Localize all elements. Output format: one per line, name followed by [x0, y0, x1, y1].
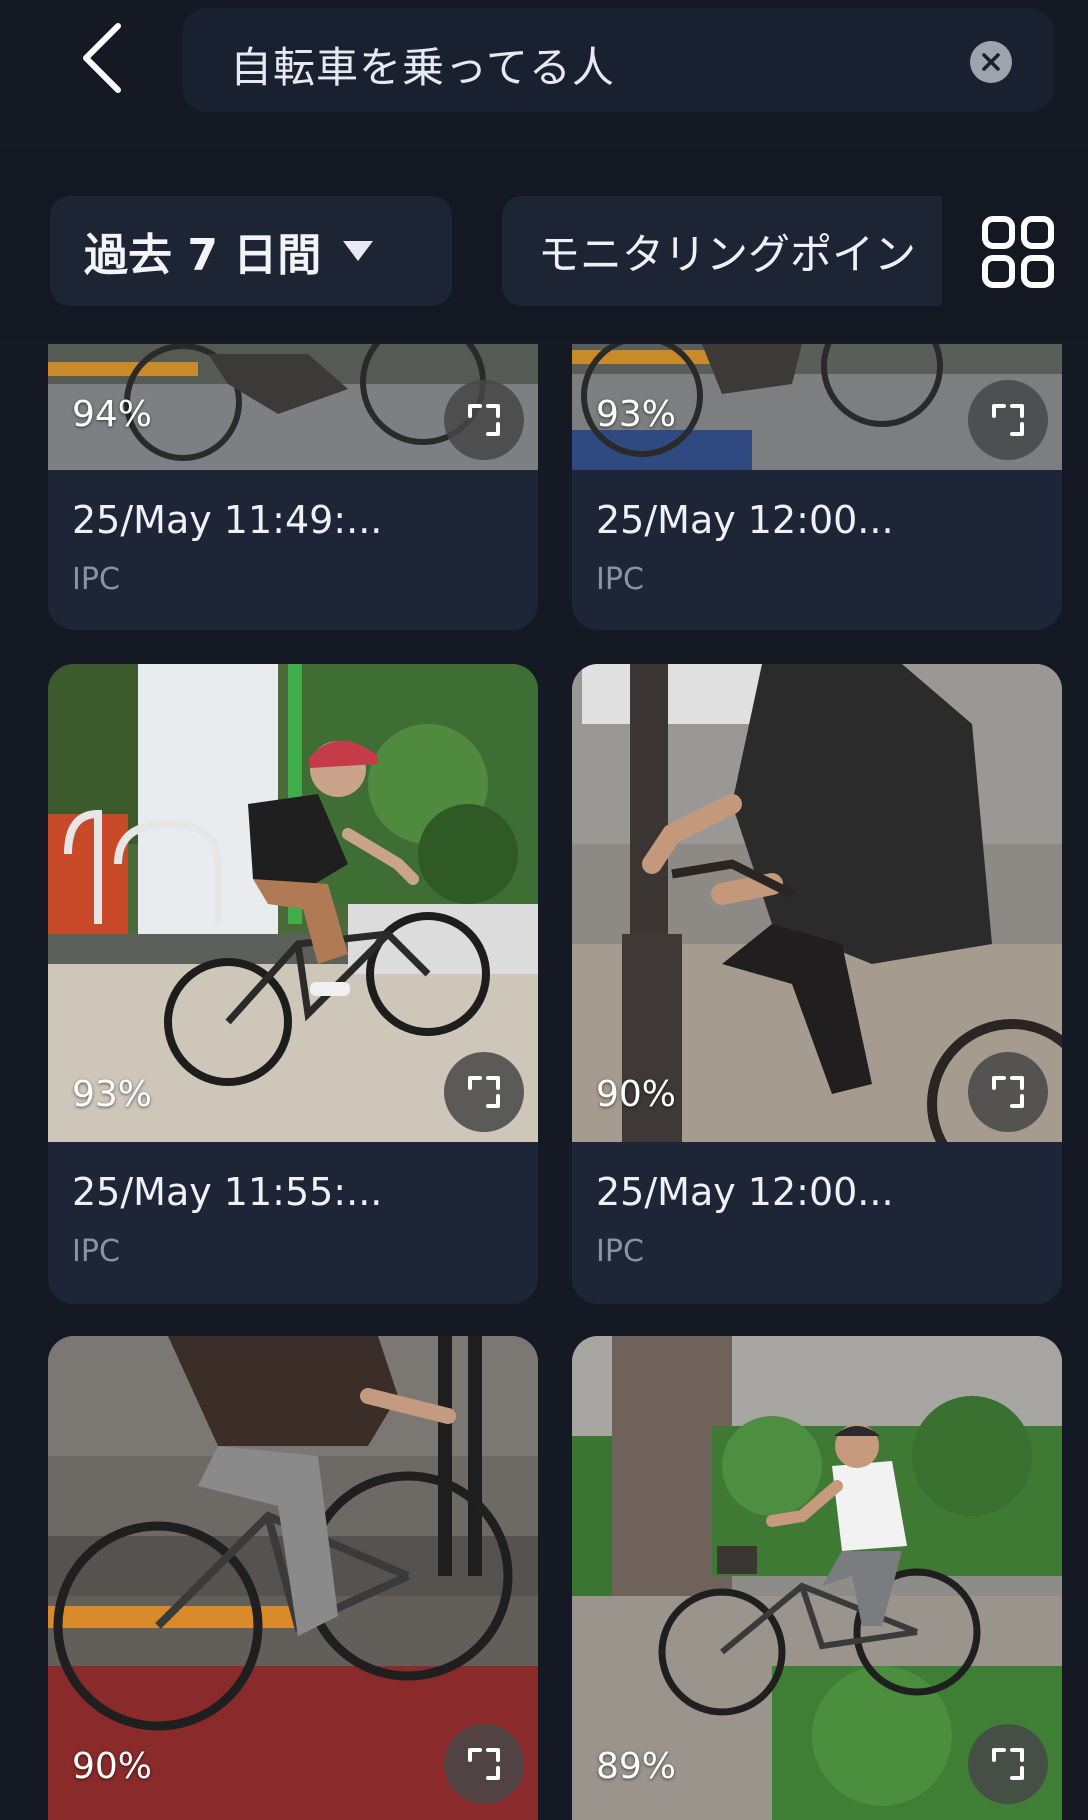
clear-icon: [982, 53, 1000, 71]
back-chevron-icon: [83, 23, 121, 93]
capture-source: IPC: [596, 562, 644, 597]
expand-button[interactable]: [968, 380, 1048, 460]
clear-button[interactable]: [970, 41, 1012, 83]
match-score: 90%: [596, 1074, 677, 1115]
filter-bar: 過去 7 日間 モニタリングポイン: [0, 150, 1088, 340]
monitoring-points-filter[interactable]: モニタリングポイン: [502, 196, 942, 306]
capture-source: IPC: [596, 1234, 644, 1269]
expand-icon: [992, 1076, 1024, 1108]
capture-source: IPC: [72, 1234, 120, 1269]
back-button[interactable]: [62, 18, 142, 98]
date-range-label: 過去 7 日間: [84, 230, 322, 281]
result-meta: 25/May 11:55:... IPC: [48, 1142, 538, 1302]
capture-time: 25/May 11:49:...: [72, 498, 383, 542]
grid-view-button[interactable]: [980, 214, 1056, 290]
expand-icon: [468, 404, 500, 436]
result-card[interactable]: 90% 25/May 12:00... IPC: [572, 664, 1062, 1304]
match-score: 93%: [72, 1074, 153, 1115]
capture-time: 25/May 12:00...: [596, 1170, 894, 1214]
monitoring-points-label: モニタリングポイン: [538, 229, 917, 279]
search-header: 自転車を乗ってる人: [0, 0, 1088, 150]
result-thumbnail[interactable]: 93%: [572, 344, 1062, 470]
date-range-dropdown[interactable]: 過去 7 日間: [50, 196, 452, 306]
grid-view-icon: [982, 216, 1054, 288]
result-card[interactable]: 89%: [572, 1336, 1062, 1820]
result-thumbnail[interactable]: 89%: [572, 1336, 1062, 1820]
search-input[interactable]: 自転車を乗ってる人: [182, 8, 1054, 112]
match-score: 89%: [596, 1746, 677, 1787]
expand-icon: [992, 1748, 1024, 1780]
result-thumbnail[interactable]: 90%: [572, 664, 1062, 1142]
dropdown-caret-icon: [343, 241, 374, 261]
search-query-text: 自転車を乗ってる人: [230, 43, 615, 92]
result-card[interactable]: 90%: [48, 1336, 538, 1820]
expand-button[interactable]: [444, 1052, 524, 1132]
expand-button[interactable]: [968, 1724, 1048, 1804]
match-score: 90%: [72, 1746, 153, 1787]
result-card[interactable]: 94% 25/May 11:49:... IPC: [48, 344, 538, 630]
expand-button[interactable]: [968, 1052, 1048, 1132]
result-thumbnail[interactable]: 90%: [48, 1336, 538, 1820]
expand-icon: [468, 1076, 500, 1108]
capture-source: IPC: [72, 562, 120, 597]
result-card[interactable]: 93% 25/May 12:00... IPC: [572, 344, 1062, 630]
capture-time: 25/May 12:00...: [596, 498, 894, 542]
match-score: 93%: [596, 394, 677, 435]
expand-button[interactable]: [444, 380, 524, 460]
result-meta: 25/May 12:00... IPC: [572, 470, 1062, 630]
capture-time: 25/May 11:55:...: [72, 1170, 383, 1214]
expand-button[interactable]: [444, 1724, 524, 1804]
result-thumbnail[interactable]: 93%: [48, 664, 538, 1142]
expand-icon: [468, 1748, 500, 1780]
result-card[interactable]: 93% 25/May 11:55:... IPC: [48, 664, 538, 1304]
expand-icon: [992, 404, 1024, 436]
result-thumbnail[interactable]: 94%: [48, 344, 538, 470]
match-score: 94%: [72, 394, 153, 435]
result-meta: 25/May 11:49:... IPC: [48, 470, 538, 630]
app-root: 自転車を乗ってる人 過去 7 日間 モニタリングポイン 94% 25/May 1…: [0, 0, 1088, 1820]
result-meta: 25/May 12:00... IPC: [572, 1142, 1062, 1302]
